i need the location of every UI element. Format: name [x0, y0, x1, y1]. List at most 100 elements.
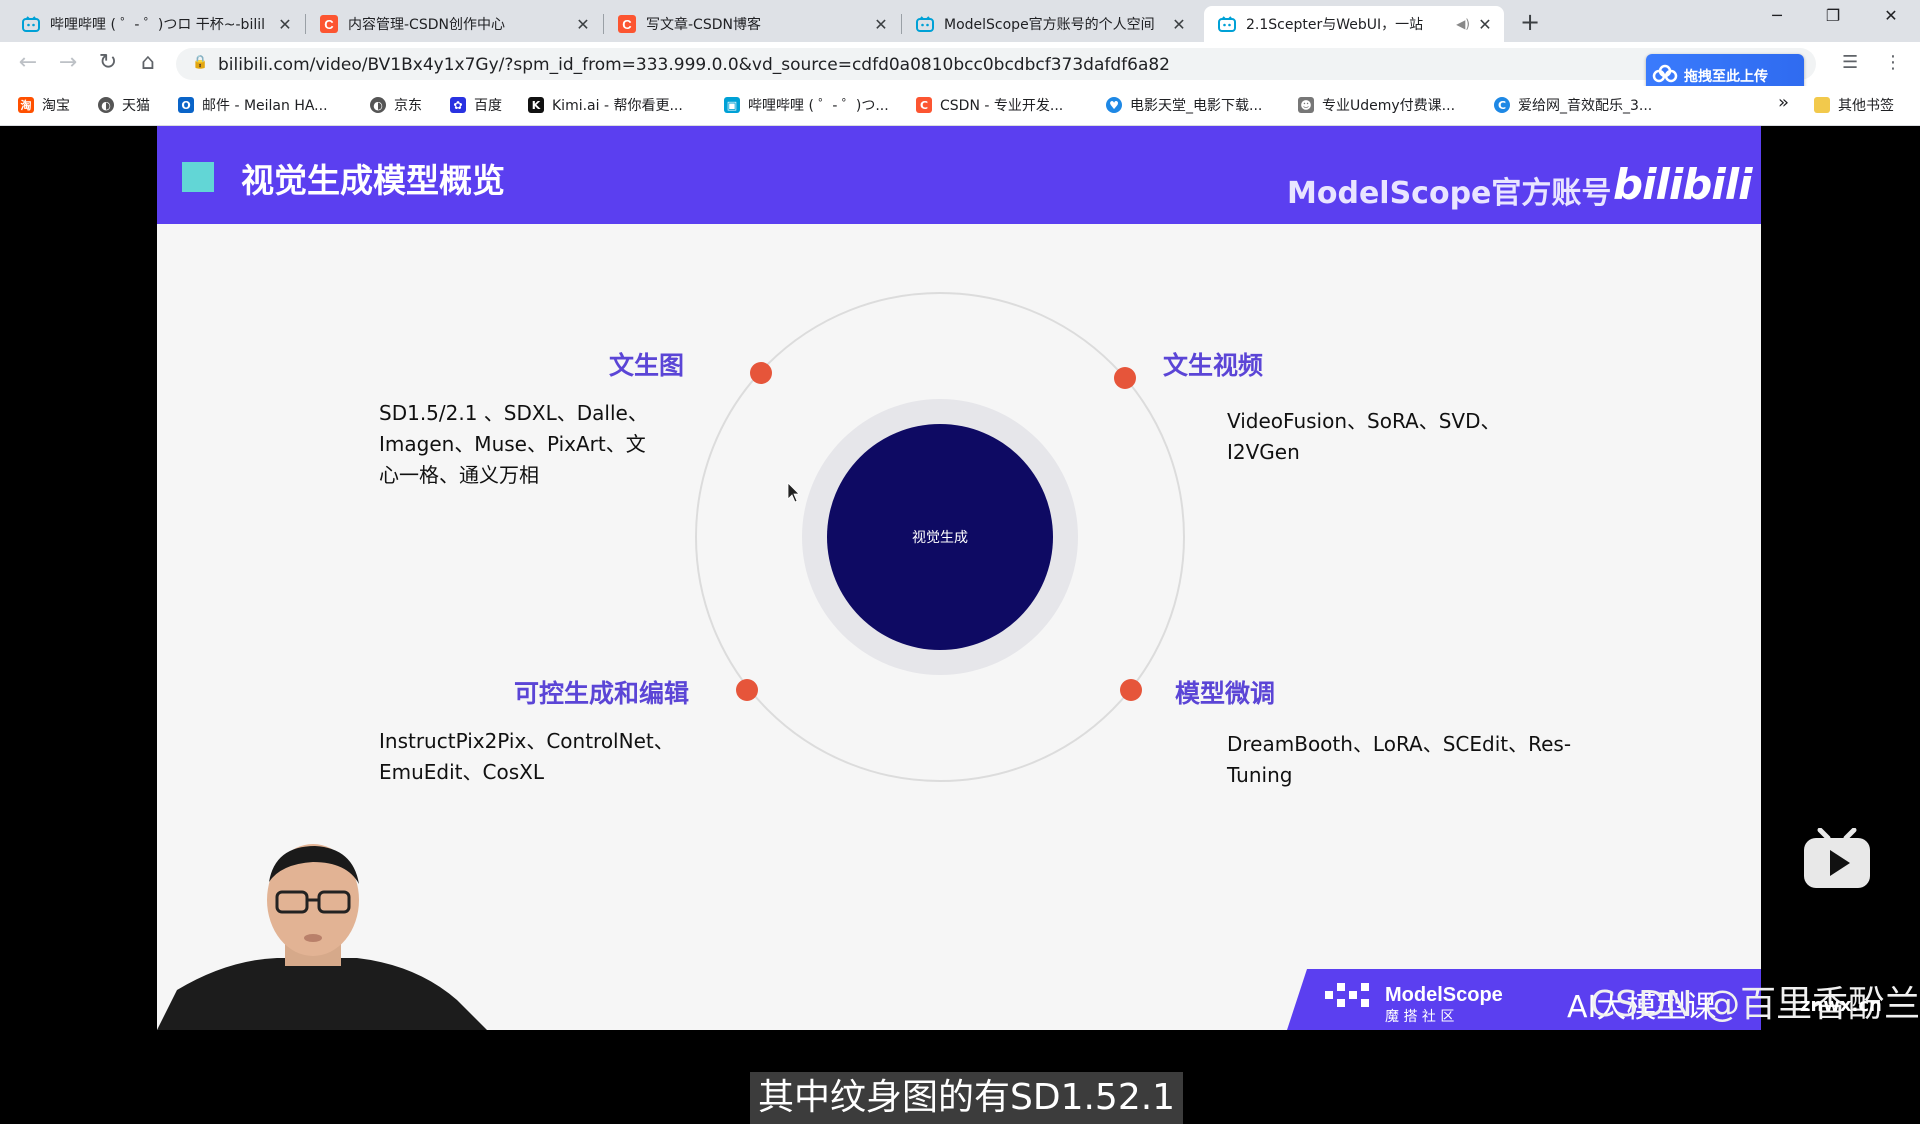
bookmark-mail[interactable]: O 邮件 - Meilan HA... [178, 95, 328, 115]
bookmark-label: 专业Udemy付费课... [1322, 98, 1456, 114]
presenter-webcam [157, 844, 487, 1030]
tab-bilibili-home[interactable]: 哔哩哔哩 ( ゜- ゜)つロ 干杯~-bilil ✕ [8, 6, 304, 42]
lock-icon[interactable]: 🔒 [192, 55, 208, 70]
close-icon[interactable]: ✕ [276, 15, 294, 34]
tab-title: 2.1Scepter与WebUI，一站 [1246, 17, 1424, 33]
tab-modelscope-space[interactable]: ModelScope官方账号的个人空间 ✕ [902, 6, 1198, 42]
dot-controllable [736, 679, 758, 701]
upload-label: 拖拽至此上传 [1684, 69, 1768, 85]
bookmark-label: 爱给网_音效配乐_3... [1518, 98, 1653, 114]
bilibili-icon [916, 15, 934, 33]
dot-finetune [1120, 679, 1142, 701]
restore-button[interactable]: ❐ [1818, 6, 1848, 25]
tab-bar: 哔哩哔哩 ( ゜- ゜)つロ 干杯~-bilil ✕ C 内容管理-CSDN创作… [0, 0, 1920, 42]
category-desc-finetune: DreamBooth、LoRA、SCEdit、Res- Tuning [1227, 729, 1571, 791]
tab-title: 哔哩哔哩 ( ゜- ゜)つロ 干杯~-bilil [50, 17, 266, 33]
dot-text-to-image [750, 362, 772, 384]
bookmark-dytt[interactable]: ♥ 电影天堂_电影下载... [1106, 95, 1262, 115]
baidu-paw-icon: ✿ [450, 97, 466, 113]
site-watermark: znwx.cn [1800, 995, 1882, 1016]
tab-csdn-write[interactable]: C 写文章-CSDN博客 ✕ [604, 6, 900, 42]
globe-icon: ◐ [370, 97, 386, 113]
csdn-icon: C [916, 97, 932, 113]
globe-icon: ◐ [98, 97, 114, 113]
cloud-icon [1646, 64, 1684, 89]
reload-button[interactable]: ↻ [94, 50, 122, 75]
taobao-icon: 淘 [18, 97, 34, 113]
desc-line: DreamBooth、LoRA、SCEdit、Res- [1227, 732, 1572, 756]
forward-button[interactable]: → [54, 50, 82, 75]
bookmarks-bar: 淘淘宝 ◐ 天猫 O 邮件 - Meilan HA... ◐ 京东 ✿ 百度 K Kimi… [0, 86, 1920, 126]
desc-line: SD1.5/2.1 、SDXL、Dalle、 [379, 401, 648, 425]
address-bar[interactable]: 🔒 bilibili.com/video/BV1Bx4y1x7Gy/?spm_i… [176, 48, 1816, 80]
tab-csdn-content[interactable]: C 内容管理-CSDN创作中心 ✕ [306, 6, 602, 42]
menu-icon[interactable]: ⋮ [1884, 52, 1902, 73]
category-label-text-to-video: 文生视频 [1163, 351, 1264, 380]
minimize-button[interactable]: ─ [1762, 6, 1792, 25]
bookmark-label: 京东 [394, 98, 422, 114]
bookmark-label: CSDN - 专业开发... [940, 98, 1064, 114]
bilibili-icon: ▣ [724, 97, 740, 113]
bookmark-jd[interactable]: ◐ 京东 [370, 95, 422, 115]
bilibili-icon [22, 15, 40, 33]
desc-line: InstructPix2Pix、ControlNet、 [379, 729, 674, 753]
heart-icon: ♥ [1106, 97, 1122, 113]
bilibili-icon [1218, 15, 1236, 33]
category-label-finetune: 模型微调 [1175, 679, 1276, 708]
browser-toolbar: ← → ↻ ⌂ 🔒 bilibili.com/video/BV1Bx4y1x7G… [0, 42, 1920, 86]
bookmark-kimi[interactable]: K Kimi.ai - 帮你看更... [528, 95, 683, 115]
aigei-icon: C [1494, 97, 1510, 113]
dot-text-to-video [1114, 367, 1136, 389]
back-button[interactable]: ← [14, 50, 42, 75]
close-icon[interactable]: ✕ [1476, 15, 1494, 34]
close-icon[interactable]: ✕ [872, 15, 890, 34]
category-desc-text-to-image: SD1.5/2.1 、SDXL、Dalle、 Imagen、Muse、PixAr… [379, 398, 648, 491]
bookmark-tmall[interactable]: ◐ 天猫 [98, 95, 150, 115]
more-bookmarks-button[interactable]: » [1778, 92, 1789, 113]
footer-brand-cn: 魔 搭 社 区 [1385, 1009, 1454, 1025]
reading-list-icon[interactable]: ☰ [1842, 52, 1858, 73]
bookmark-udemy[interactable]: ☻ 专业Udemy付费课... [1298, 95, 1455, 115]
desc-line: I2VGen [1227, 440, 1300, 464]
category-desc-text-to-video: VideoFusion、SoRA、SVD、 I2VGen [1227, 406, 1501, 468]
bookmark-label: 邮件 - Meilan HA... [202, 98, 328, 114]
svg-text:C: C [622, 17, 632, 32]
bookmark-other[interactable]: 其他书签 [1814, 95, 1894, 115]
home-button[interactable]: ⌂ [134, 50, 162, 75]
footer-brand: ModelScope [1385, 984, 1503, 1006]
url-text[interactable]: bilibili.com/video/BV1Bx4y1x7Gy/?spm_id_… [218, 55, 1170, 75]
close-window-button[interactable]: ✕ [1876, 6, 1906, 25]
csdn-icon: C [320, 15, 338, 33]
bookmark-baidu[interactable]: ✿ 百度 [450, 95, 502, 115]
bookmark-label: Kimi.ai - 帮你看更... [552, 98, 683, 114]
bookmark-label: 天猫 [122, 98, 150, 114]
bookmark-label: 哔哩哔哩 ( ゜- ゜)つ... [748, 98, 889, 114]
bookmark-bilibili[interactable]: ▣ 哔哩哔哩 ( ゜- ゜)つ... [724, 95, 889, 115]
speaker-icon[interactable]: ◀) [1456, 17, 1470, 31]
category-desc-controllable: InstructPix2Pix、ControlNet、 EmuEdit、CosX… [379, 726, 674, 788]
cursor-icon [787, 482, 800, 503]
people-icon: ☻ [1298, 97, 1314, 113]
tab-title: ModelScope官方账号的个人空间 [944, 17, 1155, 33]
center-label: 视觉生成 [912, 530, 968, 546]
close-icon[interactable]: ✕ [1170, 15, 1188, 34]
desc-line: 心一格、通义万相 [379, 463, 539, 487]
desc-line: Imagen、Muse、PixArt、文 [379, 432, 646, 456]
video-player[interactable]: 视觉生成模型概览 ModelScope官方账号 bilibili 视觉生成 文生… [0, 126, 1920, 1124]
category-label-controllable: 可控生成和编辑 [514, 679, 690, 708]
bookmark-csdn[interactable]: C CSDN - 专业开发... [916, 95, 1063, 115]
desc-line: EmuEdit、CosXL [379, 760, 544, 784]
bookmark-aigei[interactable]: C 爱给网_音效配乐_3... [1494, 95, 1652, 115]
play-icon[interactable] [1802, 828, 1872, 890]
kimi-icon: K [528, 97, 544, 113]
new-tab-button[interactable]: + [1520, 8, 1540, 36]
desc-line: Tuning [1227, 763, 1293, 787]
category-label-text-to-image: 文生图 [609, 351, 685, 380]
outlook-icon: O [178, 97, 194, 113]
csdn-icon: C [618, 15, 636, 33]
bookmark-label: 其他书签 [1838, 98, 1894, 114]
folder-icon [1814, 97, 1830, 113]
close-icon[interactable]: ✕ [574, 15, 592, 34]
bookmark-taobao[interactable]: 淘淘宝 [18, 95, 70, 115]
tab-active-video[interactable]: 2.1Scepter与WebUI，一站 ◀) ✕ [1204, 6, 1504, 42]
